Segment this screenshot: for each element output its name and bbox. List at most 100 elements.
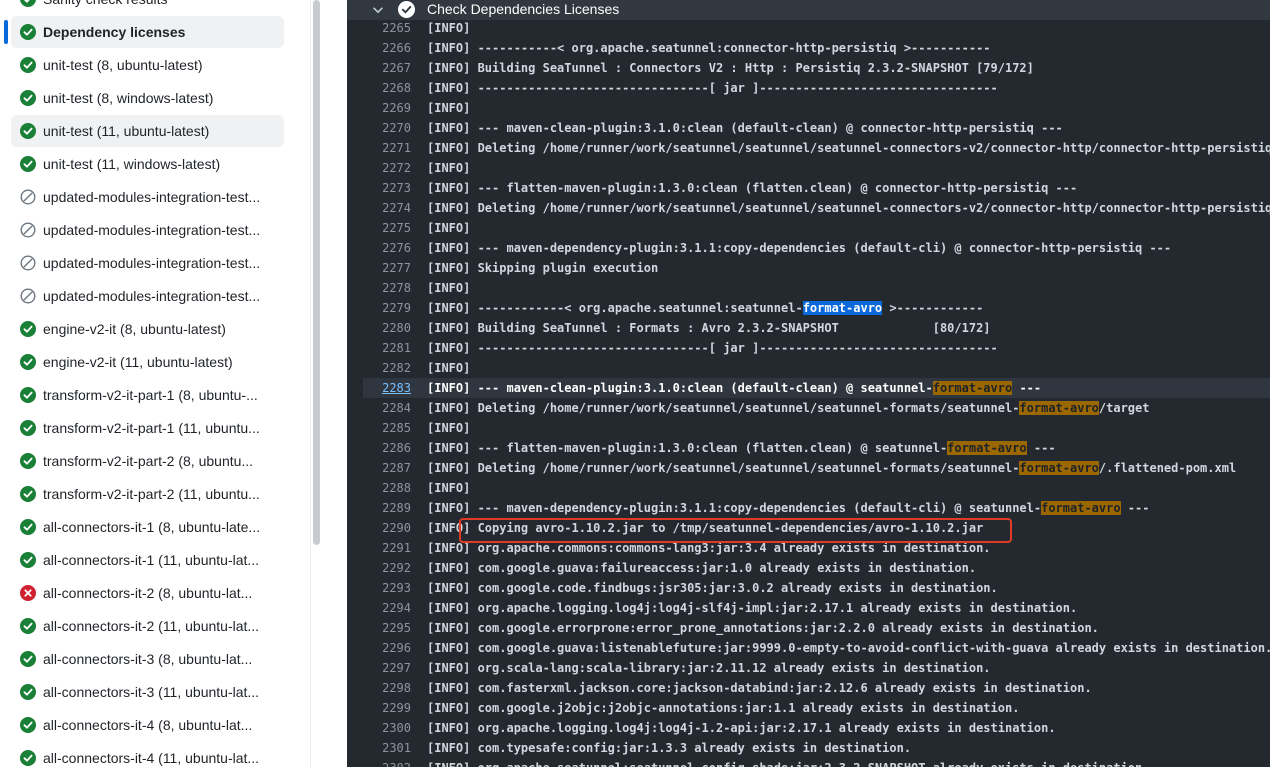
line-number[interactable]: 2291 — [363, 541, 411, 555]
line-number[interactable]: 2275 — [363, 221, 411, 235]
log-line[interactable]: 2297 [INFO] org.scala-lang:scala-library:… — [363, 658, 1270, 678]
log-line[interactable]: 2270 [INFO] --- maven-clean-plugin:3.1.0:… — [363, 118, 1270, 138]
job-item[interactable]: updated-modules-integration-test... — [11, 181, 284, 213]
log-line[interactable]: 2273 [INFO] --- flatten-maven-plugin:1.3.… — [363, 178, 1270, 198]
log-line[interactable]: 2266 [INFO] -----------< org.apache.seatu… — [363, 38, 1270, 58]
job-item[interactable]: transform-v2-it-part-2 (11, ubuntu... — [11, 478, 284, 510]
line-number[interactable]: 2268 — [363, 81, 411, 95]
log-line[interactable]: 2269 [INFO] — [363, 98, 1270, 118]
log-line[interactable]: 2290 [INFO] Copying avro-1.10.2.jar to /t… — [363, 518, 1270, 538]
line-number[interactable]: 2285 — [363, 421, 411, 435]
line-number[interactable]: 2284 — [363, 401, 411, 415]
log-line[interactable]: 2276 [INFO] --- maven-dependency-plugin:3… — [363, 238, 1270, 258]
job-item[interactable]: Dependency licenses — [11, 16, 284, 48]
line-number[interactable]: 2277 — [363, 261, 411, 275]
log-line[interactable]: 2296 [INFO] com.google.guava:listenablefu… — [363, 638, 1270, 658]
line-number[interactable]: 2274 — [363, 201, 411, 215]
log-line[interactable]: 2282 [INFO] — [363, 358, 1270, 378]
job-item[interactable]: all-connectors-it-4 (11, ubuntu-lat... — [11, 742, 284, 767]
job-item[interactable]: unit-test (11, windows-latest) — [11, 148, 284, 180]
line-number[interactable]: 2283 — [363, 381, 411, 395]
line-number[interactable]: 2293 — [363, 581, 411, 595]
job-item[interactable]: unit-test (8, ubuntu-latest) — [11, 49, 284, 81]
line-number[interactable]: 2266 — [363, 41, 411, 55]
line-number[interactable]: 2276 — [363, 241, 411, 255]
log-line[interactable]: 2291 [INFO] org.apache.commons:commons-la… — [363, 538, 1270, 558]
sidebar-scrollbar-thumb[interactable] — [313, 0, 320, 545]
line-number[interactable]: 2279 — [363, 301, 411, 315]
job-item[interactable]: updated-modules-integration-test... — [11, 214, 284, 246]
log-line[interactable]: 2283 [INFO] --- maven-clean-plugin:3.1.0:… — [363, 378, 1270, 398]
line-number[interactable]: 2302 — [363, 761, 411, 767]
job-item[interactable]: Sanity check results — [11, 0, 284, 15]
step-header[interactable]: Check Dependencies Licenses — [347, 0, 1270, 20]
log-line[interactable]: 2288 [INFO] — [363, 478, 1270, 498]
job-item[interactable]: all-connectors-it-1 (8, ubuntu-late... — [11, 511, 284, 543]
job-item[interactable]: engine-v2-it (8, ubuntu-latest) — [11, 313, 284, 345]
log-line[interactable]: 2294 [INFO] org.apache.logging.log4j:log4… — [363, 598, 1270, 618]
log-line[interactable]: 2280 [INFO] Building SeaTunnel : Formats … — [363, 318, 1270, 338]
log-line[interactable]: 2302 [INFO] org.apache.seatunnel:seatunne… — [363, 758, 1270, 767]
log-line[interactable]: 2299 [INFO] com.google.j2objc:j2objc-anno… — [363, 698, 1270, 718]
log-line[interactable]: 2281 [INFO] -----------------------------… — [363, 338, 1270, 358]
line-number[interactable]: 2269 — [363, 101, 411, 115]
job-item[interactable]: all-connectors-it-2 (11, ubuntu-lat... — [11, 610, 284, 642]
line-number[interactable]: 2272 — [363, 161, 411, 175]
line-number[interactable]: 2286 — [363, 441, 411, 455]
line-number[interactable]: 2271 — [363, 141, 411, 155]
job-item[interactable]: transform-v2-it-part-2 (8, ubuntu... — [11, 445, 284, 477]
log-line[interactable]: 2284 [INFO] Deleting /home/runner/work/se… — [363, 398, 1270, 418]
log-line[interactable]: 2298 [INFO] com.fasterxml.jackson.core:ja… — [363, 678, 1270, 698]
log-line[interactable]: 2267 [INFO] Building SeaTunnel : Connecto… — [363, 58, 1270, 78]
log-line[interactable]: 2301 [INFO] com.typesafe:config:jar:1.3.3… — [363, 738, 1270, 758]
log-line[interactable]: 2268 [INFO] -----------------------------… — [363, 78, 1270, 98]
chevron-down-icon[interactable] — [371, 3, 385, 17]
job-item[interactable]: unit-test (8, windows-latest) — [11, 82, 284, 114]
log-line[interactable]: 2300 [INFO] org.apache.logging.log4j:log4… — [363, 718, 1270, 738]
job-item[interactable]: transform-v2-it-part-1 (11, ubuntu... — [11, 412, 284, 444]
line-number[interactable]: 2280 — [363, 321, 411, 335]
log-line[interactable]: 2278 [INFO] — [363, 278, 1270, 298]
log-line[interactable]: 2277 [INFO] Skipping plugin execution — [363, 258, 1270, 278]
line-number[interactable]: 2270 — [363, 121, 411, 135]
line-number[interactable]: 2295 — [363, 621, 411, 635]
job-item[interactable]: engine-v2-it (11, ubuntu-latest) — [11, 346, 284, 378]
line-number[interactable]: 2300 — [363, 721, 411, 735]
line-number[interactable]: 2281 — [363, 341, 411, 355]
line-number[interactable]: 2292 — [363, 561, 411, 575]
line-number[interactable]: 2290 — [363, 521, 411, 535]
log-line[interactable]: 2275 [INFO] — [363, 218, 1270, 238]
job-item[interactable]: unit-test (11, ubuntu-latest) — [11, 115, 284, 147]
log-line[interactable]: 2295 [INFO] com.google.errorprone:error_p… — [363, 618, 1270, 638]
line-number[interactable]: 2278 — [363, 281, 411, 295]
job-item[interactable]: transform-v2-it-part-1 (8, ubuntu-... — [11, 379, 284, 411]
job-item[interactable]: updated-modules-integration-test... — [11, 280, 284, 312]
log-line[interactable]: 2271 [INFO] Deleting /home/runner/work/se… — [363, 138, 1270, 158]
log-line[interactable]: 2272 [INFO] — [363, 158, 1270, 178]
log-line[interactable]: 2287 [INFO] Deleting /home/runner/work/se… — [363, 458, 1270, 478]
log-line[interactable]: 2265 [INFO] — [363, 18, 1270, 38]
log-line[interactable]: 2286 [INFO] --- flatten-maven-plugin:1.3.… — [363, 438, 1270, 458]
line-number[interactable]: 2294 — [363, 601, 411, 615]
job-item[interactable]: all-connectors-it-3 (8, ubuntu-lat... — [11, 643, 284, 675]
line-number[interactable]: 2265 — [363, 21, 411, 35]
line-number[interactable]: 2267 — [363, 61, 411, 75]
line-number[interactable]: 2289 — [363, 501, 411, 515]
line-number[interactable]: 2287 — [363, 461, 411, 475]
line-number[interactable]: 2299 — [363, 701, 411, 715]
log-line[interactable]: 2293 [INFO] com.google.code.findbugs:jsr3… — [363, 578, 1270, 598]
log-line[interactable]: 2292 [INFO] com.google.guava:failureacces… — [363, 558, 1270, 578]
log-line[interactable]: 2279 [INFO] ------------< org.apache.seat… — [363, 298, 1270, 318]
line-number[interactable]: 2296 — [363, 641, 411, 655]
line-number[interactable]: 2288 — [363, 481, 411, 495]
job-item[interactable]: all-connectors-it-2 (8, ubuntu-lat... — [11, 577, 284, 609]
line-number[interactable]: 2298 — [363, 681, 411, 695]
line-number[interactable]: 2282 — [363, 361, 411, 375]
line-number[interactable]: 2273 — [363, 181, 411, 195]
log-line[interactable]: 2289 [INFO] --- maven-dependency-plugin:3… — [363, 498, 1270, 518]
log-line[interactable]: 2274 [INFO] Deleting /home/runner/work/se… — [363, 198, 1270, 218]
log-line[interactable]: 2285 [INFO] — [363, 418, 1270, 438]
line-number[interactable]: 2301 — [363, 741, 411, 755]
job-item[interactable]: updated-modules-integration-test... — [11, 247, 284, 279]
line-number[interactable]: 2297 — [363, 661, 411, 675]
